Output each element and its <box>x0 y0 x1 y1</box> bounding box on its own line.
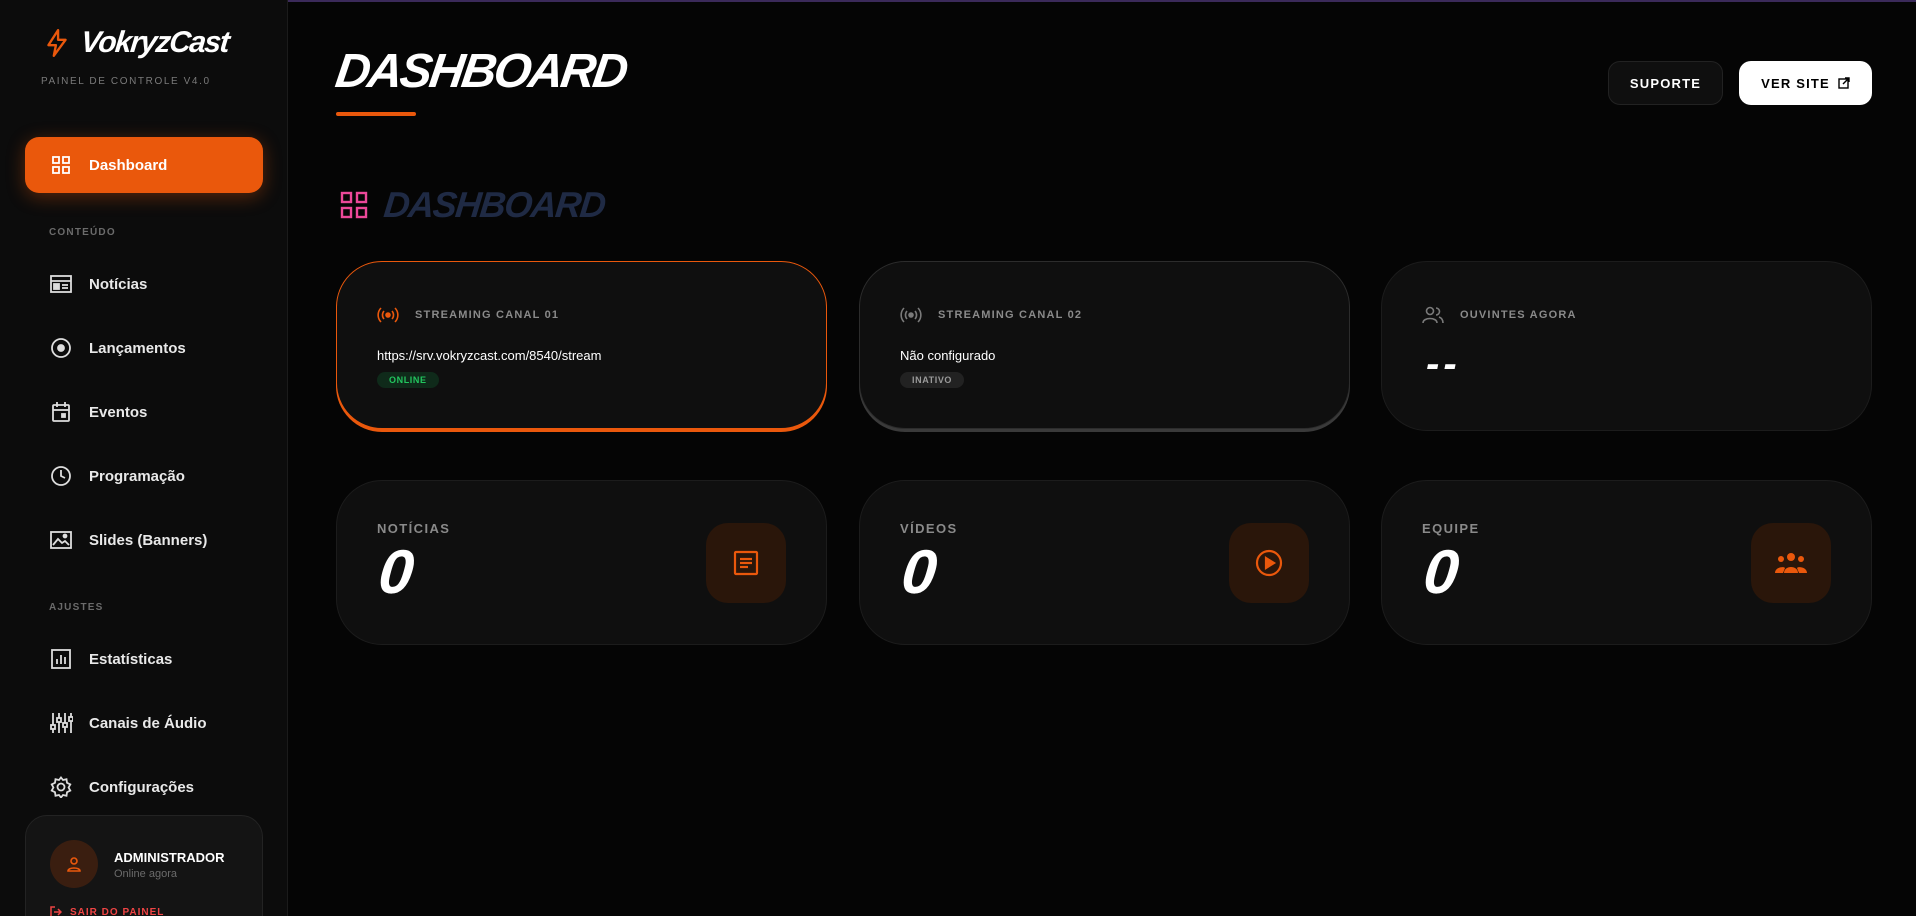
brand-name: VokryzCast <box>79 26 231 59</box>
logout-button[interactable]: SAIR DO PAINEL <box>50 906 164 916</box>
grid-icon <box>340 191 368 219</box>
sidebar-item-label: Lançamentos <box>89 339 186 357</box>
section-header: DASHBOARD <box>340 184 607 226</box>
sidebar-item-label: Dashboard <box>89 156 168 174</box>
grid-icon <box>49 153 73 177</box>
sidebar-item-canais-audio[interactable]: Canais de Áudio <box>25 695 263 751</box>
title-underline <box>336 112 416 116</box>
broadcast-icon <box>900 307 922 323</box>
user-card: ADMINISTRADOR Online agora SAIR DO PAINE… <box>25 815 263 916</box>
stat-label: EQUIPE <box>1422 521 1480 536</box>
avatar[interactable] <box>50 840 98 888</box>
external-link-icon <box>1838 77 1850 89</box>
stream-card-02: STREAMING CANAL 02 Não configurado INATI… <box>859 261 1350 429</box>
sidebar-item-slides[interactable]: Slides (Banners) <box>25 512 263 568</box>
section-label-conteudo: CONTEÚDO <box>49 227 116 238</box>
stream-card-01: STREAMING CANAL 01 https://srv.vokryzcas… <box>336 261 827 429</box>
stat-value: 0 <box>375 538 418 607</box>
sidebar-item-label: Notícias <box>89 275 148 293</box>
stat-label: VÍDEOS <box>900 521 958 536</box>
listeners-label: OUVINTES AGORA <box>1460 309 1577 321</box>
stream-label: STREAMING CANAL 01 <box>415 309 560 321</box>
logout-label: SAIR DO PAINEL <box>70 906 165 916</box>
gear-icon <box>49 775 73 799</box>
sidebar-item-label: Slides (Banners) <box>89 531 208 549</box>
sidebar-item-label: Programação <box>89 467 185 485</box>
page-title: DASHBOARD <box>332 45 630 98</box>
stat-label: NOTÍCIAS <box>377 521 451 536</box>
user-name: ADMINISTRADOR <box>114 850 225 865</box>
support-label: SUPORTE <box>1629 75 1702 91</box>
stream-url: https://srv.vokryzcast.com/8540/stream <box>377 348 602 363</box>
brand[interactable]: VokryzCast <box>41 26 231 60</box>
section-label-ajustes: AJUSTES <box>49 602 104 613</box>
section-title: DASHBOARD <box>381 184 607 225</box>
sidebar-item-noticias[interactable]: Notícias <box>25 256 263 312</box>
bolt-icon <box>41 27 73 59</box>
brand-subtitle: PAINEL DE CONTROLE V4.0 <box>41 76 211 87</box>
stream-url: Não configurado <box>900 348 996 363</box>
listeners-value: -- <box>1426 342 1461 386</box>
sidebar-item-dashboard[interactable]: Dashboard <box>25 137 263 193</box>
clock-icon <box>49 464 73 488</box>
stat-value: 0 <box>1420 538 1463 607</box>
view-site-label: VER SITE <box>1761 75 1830 91</box>
stream-label: STREAMING CANAL 02 <box>938 309 1083 321</box>
logout-icon <box>50 906 62 916</box>
sidebar: VokryzCast PAINEL DE CONTROLE V4.0 Dashb… <box>0 0 288 916</box>
stat-value: 0 <box>898 538 941 607</box>
play-icon <box>1229 523 1309 603</box>
article-icon <box>706 523 786 603</box>
sidebar-item-label: Canais de Áudio <box>89 714 207 732</box>
sidebar-item-configuracoes[interactable]: Configurações <box>25 759 263 815</box>
sidebar-item-programacao[interactable]: Programação <box>25 448 263 504</box>
stat-card-equipe: EQUIPE 0 <box>1381 480 1872 645</box>
sidebar-item-label: Estatísticas <box>89 650 173 668</box>
sidebar-item-label: Eventos <box>89 403 148 421</box>
equalizer-icon <box>49 711 73 735</box>
stat-card-videos: VÍDEOS 0 <box>859 480 1350 645</box>
view-site-button[interactable]: VER SITE <box>1739 61 1872 105</box>
users-icon <box>1422 306 1444 324</box>
calendar-icon <box>49 400 73 424</box>
listeners-card: OUVINTES AGORA -- <box>1381 261 1872 431</box>
broadcast-icon <box>377 307 399 323</box>
status-badge: INATIVO <box>900 372 965 388</box>
sidebar-item-lancamentos[interactable]: Lançamentos <box>25 320 263 376</box>
status-badge: ONLINE <box>377 372 439 388</box>
stat-card-noticias: NOTÍCIAS 0 <box>336 480 827 645</box>
team-icon <box>1751 523 1831 603</box>
sidebar-item-eventos[interactable]: Eventos <box>25 384 263 440</box>
sidebar-item-label: Configurações <box>89 778 195 796</box>
image-icon <box>49 528 73 552</box>
sidebar-item-estatisticas[interactable]: Estatísticas <box>25 631 263 687</box>
support-button[interactable]: SUPORTE <box>1608 61 1723 105</box>
bar-chart-icon <box>49 647 73 671</box>
newspaper-icon <box>49 272 73 296</box>
user-status: Online agora <box>114 868 177 880</box>
disc-icon <box>49 336 73 360</box>
